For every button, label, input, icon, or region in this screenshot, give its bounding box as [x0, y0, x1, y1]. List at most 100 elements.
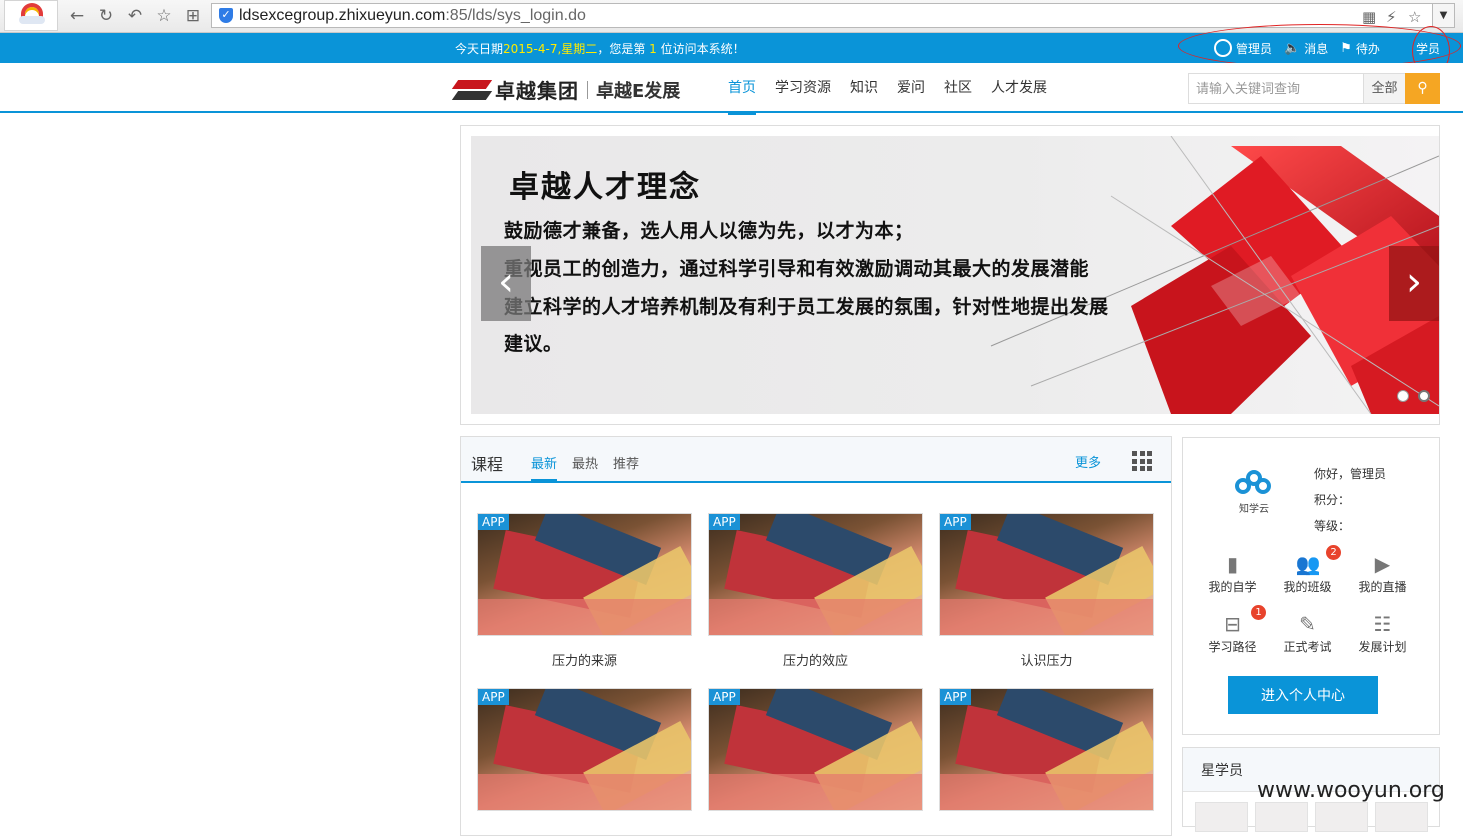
course-thumbnail[interactable]: APP — [708, 688, 923, 811]
favorite-star-icon[interactable]: ☆ — [154, 6, 174, 26]
refresh-icon[interactable]: ↻ — [96, 6, 116, 26]
app-badge: APP — [478, 689, 509, 705]
course-name[interactable]: 认识压力 — [939, 650, 1154, 669]
user-panel: 知学云 你好，管理员 积分： 等级： ▮ 我的自学 👥 我的班级 2 ▶ 我的直… — [1182, 437, 1440, 735]
shortcut-live[interactable]: ▶ 我的直播 — [1345, 545, 1420, 599]
course-card[interactable]: APP — [477, 688, 692, 825]
shortcut-label: 发展计划 — [1358, 640, 1407, 654]
course-panel-header: 课程 最新 最热 推荐 更多 — [461, 437, 1171, 483]
shortcut-label: 正式考试 — [1283, 640, 1332, 654]
browser-logo-icon[interactable] — [4, 0, 58, 31]
search-scope-select[interactable]: 全部 — [1363, 74, 1405, 103]
user-info: 你好，管理员 积分： 等级： — [1314, 461, 1386, 539]
course-thumbnail[interactable]: APP — [939, 513, 1154, 636]
course-card[interactable]: APP 压力的效应 — [708, 513, 923, 669]
zhixueyun-logo: 知学云 — [1231, 468, 1277, 518]
course-panel-title: 课程 — [471, 455, 504, 474]
star-student-avatars — [1195, 802, 1428, 832]
url-path: :85/lds/sys_login.do — [445, 7, 586, 24]
qr-code-icon[interactable]: ▦ — [1362, 8, 1376, 26]
class-count-badge: 2 — [1326, 545, 1341, 560]
banner-carousel: 卓越人才理念 鼓励德才兼备，选人用人以德为先，以才为本； 重视员工的创造力，通过… — [460, 125, 1440, 425]
tab-latest[interactable]: 最新 — [531, 453, 558, 481]
course-name[interactable]: 压力的效应 — [708, 650, 923, 669]
calendar-icon: ☷ — [1373, 612, 1392, 636]
banner-title: 卓越人才理念 — [509, 170, 701, 205]
course-name[interactable]: 压力的来源 — [477, 650, 692, 669]
welcome-suffix: 位访问本系统！ — [656, 42, 745, 56]
book-icon: ▮ — [1226, 552, 1238, 576]
course-thumbnail[interactable]: APP — [477, 688, 692, 811]
carousel-prev-button[interactable]: ‹ — [481, 246, 531, 321]
shortcut-dev-plan[interactable]: ☷ 发展计划 — [1345, 605, 1420, 659]
watermark: www.wooyun.org — [1257, 778, 1445, 803]
shortcut-my-class[interactable]: 👥 我的班级 2 — [1270, 545, 1345, 599]
avatar[interactable] — [1195, 802, 1248, 832]
nav-item-resources[interactable]: 学习资源 — [775, 63, 831, 113]
shortcut-label: 我的班级 — [1283, 580, 1332, 594]
carousel-dots — [1397, 390, 1430, 402]
course-card[interactable]: APP — [708, 688, 923, 825]
grid-view-icon[interactable] — [1132, 451, 1152, 471]
carousel-dot-2[interactable] — [1418, 390, 1430, 402]
bookmark-star-icon[interactable]: ☆ — [1408, 8, 1421, 26]
user-points: 积分： — [1314, 493, 1351, 507]
course-card[interactable]: APP 压力的来源 — [477, 513, 692, 669]
lightning-icon[interactable]: ⚡ — [1386, 8, 1397, 26]
carousel-dot-1[interactable] — [1397, 390, 1409, 402]
course-card[interactable]: APP — [939, 688, 1154, 825]
shortcut-formal-exam[interactable]: ✎ 正式考试 — [1270, 605, 1345, 659]
user-shortcuts: ▮ 我的自学 👥 我的班级 2 ▶ 我的直播 ⊟ 学习路径 1 ✎ 正式考试 ☷… — [1195, 545, 1427, 659]
course-card[interactable]: APP 认识压力 — [939, 513, 1154, 669]
course-panel: 课程 最新 最热 推荐 更多 APP 压力的来源 APP 压力的效应 APP 认… — [460, 436, 1172, 836]
course-thumbnail[interactable]: APP — [708, 513, 923, 636]
enter-personal-center-button[interactable]: 进入个人中心 — [1228, 676, 1378, 714]
tab-hottest[interactable]: 最热 — [572, 453, 598, 481]
search-button[interactable]: ⚲ — [1405, 73, 1440, 104]
search-box: 全部 ⚲ — [1188, 73, 1440, 104]
avatar[interactable] — [1315, 802, 1368, 832]
address-bar[interactable]: ✓ ldsexcegroup.zhixueyun.com:85/lds/sys_… — [211, 3, 1433, 28]
carousel-next-button[interactable]: › — [1389, 246, 1439, 321]
welcome-text: 今天日期2015-4-7,星期二，您是第 1 位访问本系统！ — [455, 40, 745, 57]
banner-line-4: 建议。 — [504, 333, 563, 355]
banner-slide[interactable]: 卓越人才理念 鼓励德才兼备，选人用人以德为先，以才为本； 重视员工的创造力，通过… — [471, 136, 1439, 414]
nav-item-community[interactable]: 社区 — [944, 63, 972, 113]
shortcut-self-study[interactable]: ▮ 我的自学 — [1195, 545, 1270, 599]
shortcut-learning-path[interactable]: ⊟ 学习路径 1 — [1195, 605, 1270, 659]
nav-item-talent[interactable]: 人才发展 — [991, 63, 1047, 113]
nav-item-knowledge[interactable]: 知识 — [850, 63, 878, 113]
current-date: 2015-4-7,星期二 — [503, 42, 598, 56]
apps-grid-icon[interactable]: ⊞ — [183, 6, 203, 26]
app-badge: APP — [940, 689, 971, 705]
shortcut-label: 我的直播 — [1358, 580, 1407, 594]
url-text: ldsexcegroup.zhixueyun.com:85/lds/sys_lo… — [239, 7, 586, 25]
shortcut-label: 我的自学 — [1208, 580, 1257, 594]
brand-name: 卓越集团 — [495, 79, 579, 103]
search-icon: ⚲ — [1417, 80, 1428, 96]
site-header: 卓越集团 卓越E发展 首页 学习资源 知识 爱问 社区 人才发展 全部 ⚲ — [0, 63, 1463, 115]
welcome-prefix: 今天日期 — [455, 42, 504, 56]
tab-recommended[interactable]: 推荐 — [613, 453, 639, 481]
avatar[interactable] — [1255, 802, 1308, 832]
brand-subtitle: 卓越E发展 — [596, 80, 681, 102]
logo-caption: 知学云 — [1239, 504, 1269, 515]
address-dropdown-icon[interactable]: ▼ — [1433, 3, 1455, 28]
main-nav: 首页 学习资源 知识 爱问 社区 人才发展 — [728, 63, 1047, 115]
course-more-link[interactable]: 更多 — [1075, 452, 1101, 471]
shortcut-label: 学习路径 — [1208, 640, 1257, 654]
app-badge: APP — [709, 514, 740, 530]
nav-item-home[interactable]: 首页 — [728, 63, 756, 115]
avatar[interactable] — [1375, 802, 1428, 832]
search-input[interactable] — [1189, 74, 1363, 103]
back-icon[interactable]: ← — [67, 6, 87, 26]
app-badge: APP — [940, 514, 971, 530]
nav-item-ask[interactable]: 爱问 — [897, 63, 925, 113]
undo-icon[interactable]: ↶ — [125, 6, 145, 26]
brand-divider — [587, 80, 588, 99]
brand-logo[interactable]: 卓越集团 卓越E发展 — [451, 75, 681, 104]
path-icon: ⊟ — [1224, 612, 1241, 636]
course-thumbnail[interactable]: APP — [939, 688, 1154, 811]
course-thumbnail[interactable]: APP — [477, 513, 692, 636]
path-count-badge: 1 — [1251, 605, 1266, 620]
